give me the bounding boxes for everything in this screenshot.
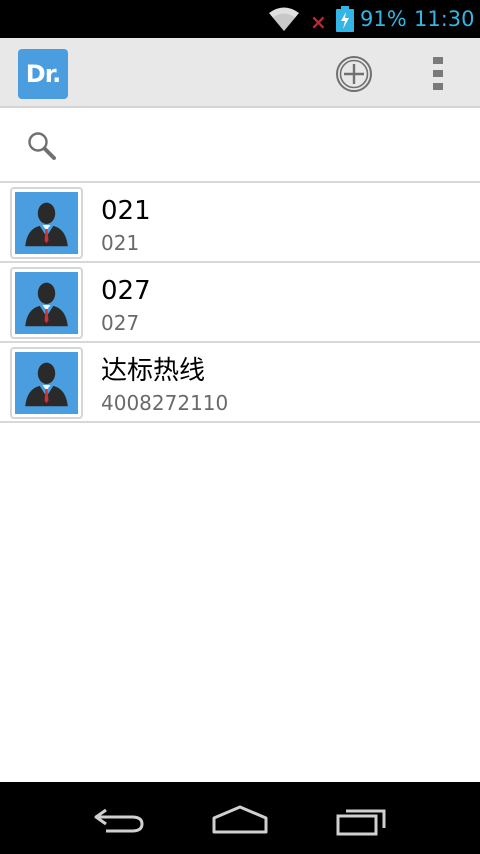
contact-phone: 027 — [101, 311, 140, 335]
contact-phone: 4008272110 — [101, 391, 229, 415]
contact-phone: 021 — [101, 231, 140, 255]
home-icon[interactable] — [210, 804, 270, 836]
battery-percent: 91% — [360, 7, 407, 31]
overflow-dot — [433, 70, 443, 77]
avatar[interactable] — [10, 267, 83, 339]
contact-name: 027 — [101, 276, 151, 306]
back-icon[interactable] — [92, 804, 148, 836]
app-logo[interactable]: Dr. — [18, 49, 68, 99]
no-signal-x-icon: × — [310, 10, 327, 34]
wifi-icon — [269, 7, 299, 31]
overflow-menu-button[interactable] — [424, 52, 452, 92]
add-contact-button[interactable] — [334, 54, 374, 94]
overflow-dot — [433, 57, 443, 64]
status-bar: × 91% 11:30 — [0, 0, 480, 38]
person-avatar-icon — [25, 362, 68, 407]
overflow-dot — [433, 83, 443, 90]
recents-icon[interactable] — [334, 804, 390, 838]
person-avatar-icon — [25, 202, 68, 247]
clock-time: 11:30 — [414, 7, 475, 31]
person-avatar-icon — [25, 282, 68, 327]
search-input[interactable] — [70, 124, 460, 168]
contact-name: 达标热线 — [101, 356, 206, 386]
contact-list: 021 021 027 027 达标热线 4008272110 — [0, 183, 480, 423]
contact-name: 021 — [101, 196, 151, 226]
avatar[interactable] — [10, 347, 83, 419]
battery-charging-icon — [336, 6, 354, 32]
search-icon — [28, 132, 56, 160]
contact-row[interactable]: 021 021 — [0, 183, 480, 263]
avatar[interactable] — [10, 187, 83, 259]
action-bar: Dr. — [0, 38, 480, 108]
contact-row[interactable]: 027 027 — [0, 263, 480, 343]
search-bar — [0, 110, 480, 183]
contact-row[interactable]: 达标热线 4008272110 — [0, 343, 480, 423]
navigation-bar — [0, 782, 480, 854]
